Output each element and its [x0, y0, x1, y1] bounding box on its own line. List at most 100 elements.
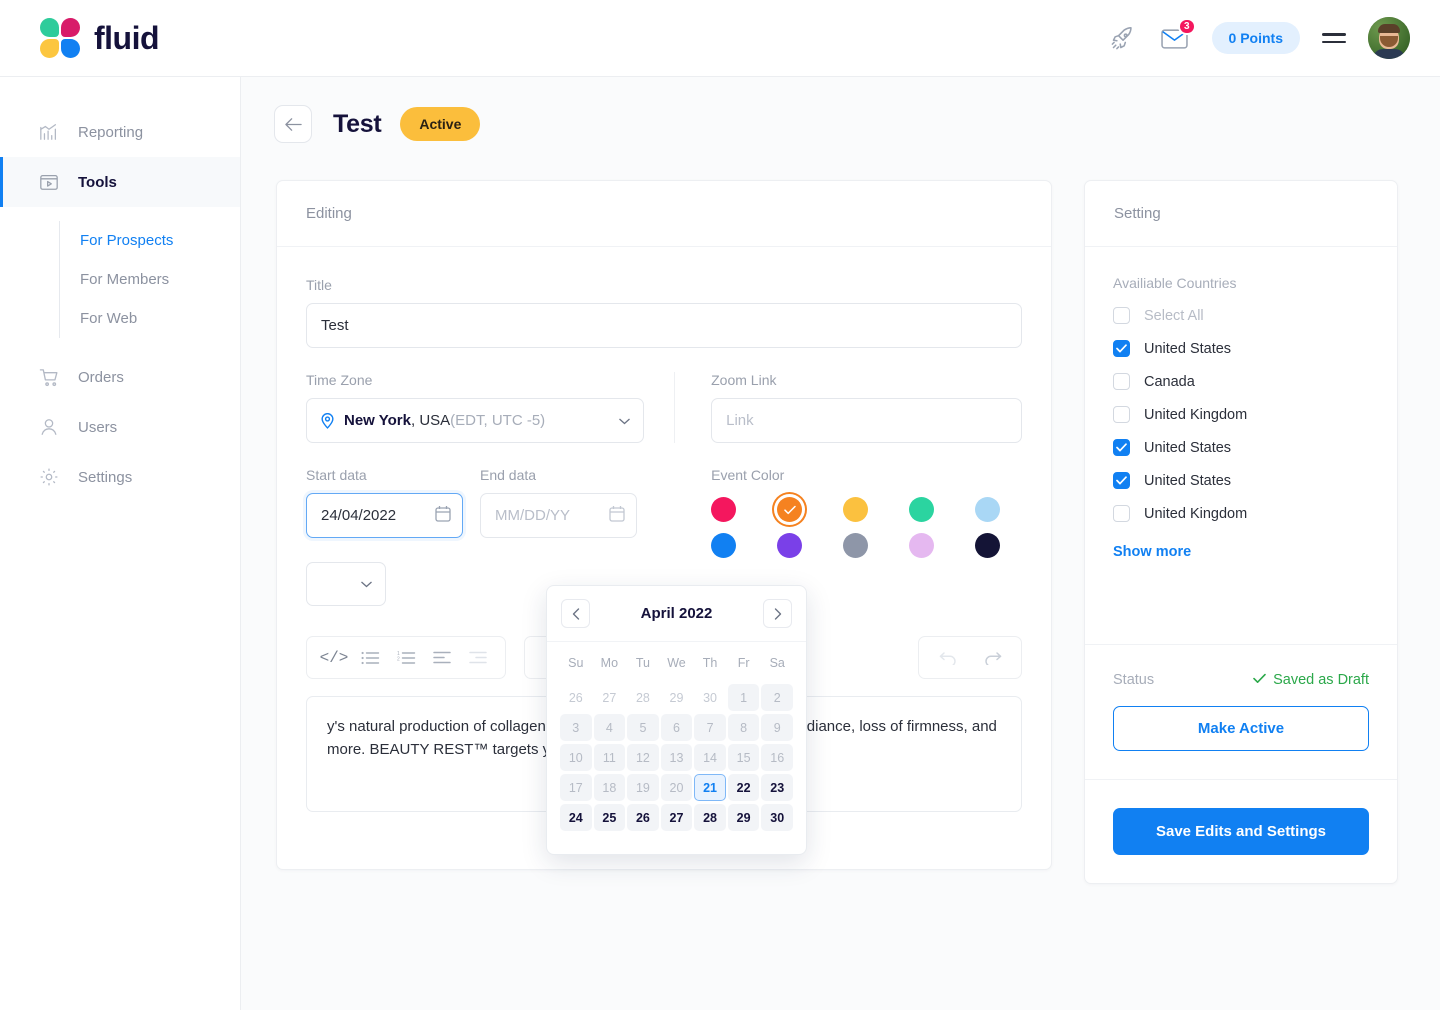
timezone-select[interactable]: New York , USA (EDT, UTC -5) — [306, 398, 645, 443]
logo-petal-pink — [61, 18, 80, 37]
bullet-list-icon[interactable] — [355, 643, 385, 673]
calendar-day: 28 — [635, 690, 650, 705]
checkbox-checked-icon[interactable] — [1113, 340, 1130, 357]
calendar-day[interactable]: 3 — [560, 714, 592, 741]
color-swatch-amber[interactable] — [843, 497, 869, 522]
check-icon — [1253, 672, 1266, 688]
make-active-button[interactable]: Make Active — [1113, 706, 1369, 751]
country-checkbox-row[interactable]: Select All — [1113, 307, 1369, 324]
points-badge[interactable]: 0 Points — [1211, 22, 1300, 54]
setting-card: Setting Availiable Countries Select All U… — [1084, 180, 1398, 884]
checkbox-icon[interactable] — [1113, 505, 1130, 522]
country-checkbox-row[interactable]: United States — [1113, 472, 1369, 489]
calendar-day: 29 — [669, 690, 684, 705]
sidebar-item-settings[interactable]: Settings — [0, 452, 240, 502]
country-checkbox-row[interactable]: United Kingdom — [1113, 505, 1369, 522]
calendar-day[interactable]: 24 — [560, 804, 592, 831]
sidebar-item-reporting[interactable]: Reporting — [0, 107, 240, 157]
calendar-day[interactable]: 2 — [761, 684, 793, 711]
calendar-prev-month-button[interactable] — [561, 599, 590, 628]
calendar-icon[interactable] — [435, 505, 451, 527]
extra-select[interactable] — [306, 562, 386, 606]
calendar-weekday: Fr — [737, 656, 750, 670]
color-swatch-crimson[interactable] — [711, 497, 737, 522]
calendar-day[interactable]: 9 — [761, 714, 793, 741]
calendar-day[interactable]: 20 — [660, 774, 693, 801]
calendar-next-month-button[interactable] — [763, 599, 792, 628]
save-button[interactable]: Save Edits and Settings — [1113, 808, 1369, 855]
checkbox-icon[interactable] — [1113, 406, 1130, 423]
calendar-day[interactable]: 8 — [727, 714, 760, 741]
status-row: Status Saved as Draft — [1113, 672, 1369, 688]
redo-icon[interactable] — [977, 643, 1007, 673]
sidebar-item-users[interactable]: Users — [0, 402, 240, 452]
calendar-day[interactable]: 4 — [593, 714, 626, 741]
calendar-day[interactable]: 19 — [627, 774, 659, 801]
calendar-week-row: 24 25 26 27 28 29 30 — [559, 804, 794, 831]
calendar-day[interactable]: 5 — [627, 714, 659, 741]
calendar-day-selected[interactable]: 21 — [694, 774, 726, 801]
color-swatch-teal[interactable] — [909, 497, 935, 522]
calendar-day: 30 — [703, 690, 718, 705]
avatar[interactable] — [1368, 17, 1410, 59]
calendar-day[interactable]: 13 — [660, 744, 693, 771]
align-left-icon[interactable] — [427, 643, 457, 673]
code-icon[interactable]: </> — [319, 643, 349, 673]
calendar-day[interactable]: 18 — [593, 774, 626, 801]
calendar-day[interactable]: 10 — [560, 744, 592, 771]
color-swatch-light-blue[interactable] — [975, 497, 1001, 522]
sidebar-item-for-prospects[interactable]: For Prospects — [80, 221, 240, 260]
calendar-day[interactable]: 29 — [727, 804, 760, 831]
calendar-day[interactable]: 15 — [727, 744, 760, 771]
color-swatch-navy[interactable] — [975, 533, 1001, 558]
calendar-day[interactable]: 11 — [593, 744, 626, 771]
align-right-icon[interactable] — [463, 643, 493, 673]
brand-logo[interactable]: fluid — [40, 18, 160, 58]
back-button[interactable] — [274, 105, 312, 143]
checkbox-icon[interactable] — [1113, 307, 1130, 324]
calendar-day[interactable]: 26 — [627, 804, 659, 831]
user-icon — [38, 416, 60, 438]
show-more-link[interactable]: Show more — [1113, 544, 1369, 560]
rocket-icon[interactable] — [1108, 23, 1138, 53]
status-badge[interactable]: Active — [400, 107, 481, 141]
checkbox-checked-icon[interactable] — [1113, 439, 1130, 456]
calendar-day[interactable]: 12 — [627, 744, 659, 771]
zoom-link-input[interactable]: Link — [711, 398, 1022, 443]
hamburger-menu-icon[interactable] — [1322, 33, 1346, 43]
country-checkbox-row[interactable]: United States — [1113, 439, 1369, 456]
calendar-day[interactable]: 27 — [660, 804, 693, 831]
color-swatch-blue[interactable] — [711, 533, 737, 558]
event-color-label: Event Color — [711, 467, 785, 483]
sidebar-item-for-web[interactable]: For Web — [80, 299, 240, 338]
country-checkbox-row[interactable]: Canada — [1113, 373, 1369, 390]
calendar-day[interactable]: 25 — [593, 804, 626, 831]
color-swatch-lilac[interactable] — [909, 533, 935, 558]
calendar-day[interactable]: 16 — [761, 744, 793, 771]
calendar-icon[interactable] — [609, 505, 625, 527]
calendar-day[interactable]: 17 — [560, 774, 592, 801]
title-input[interactable]: Test — [306, 303, 1022, 348]
sidebar-item-tools[interactable]: Tools — [0, 157, 240, 207]
sidebar-item-orders[interactable]: Orders — [0, 352, 240, 402]
numbered-list-icon[interactable]: 1 2 — [391, 643, 421, 673]
undo-icon[interactable] — [933, 643, 963, 673]
calendar-day[interactable]: 7 — [694, 714, 726, 741]
envelope-icon[interactable]: 3 — [1160, 18, 1196, 53]
country-checkbox-row[interactable]: United Kingdom — [1113, 406, 1369, 423]
calendar-day[interactable]: 1 — [727, 684, 760, 711]
calendar-day[interactable]: 23 — [761, 774, 793, 801]
calendar-day[interactable]: 28 — [694, 804, 726, 831]
country-checkbox-row[interactable]: United States — [1113, 340, 1369, 357]
color-swatch-purple[interactable] — [777, 533, 803, 558]
checkbox-checked-icon[interactable] — [1113, 472, 1130, 489]
color-swatch-orange[interactable] — [777, 497, 803, 522]
editing-card: Editing Title Test Time Zone New York , … — [276, 180, 1052, 870]
color-swatch-gray[interactable] — [843, 533, 869, 558]
sidebar-item-for-members[interactable]: For Members — [80, 260, 240, 299]
calendar-day[interactable]: 14 — [694, 744, 726, 771]
calendar-day[interactable]: 6 — [660, 714, 693, 741]
checkbox-icon[interactable] — [1113, 373, 1130, 390]
calendar-day[interactable]: 22 — [727, 774, 760, 801]
calendar-day[interactable]: 30 — [761, 804, 793, 831]
